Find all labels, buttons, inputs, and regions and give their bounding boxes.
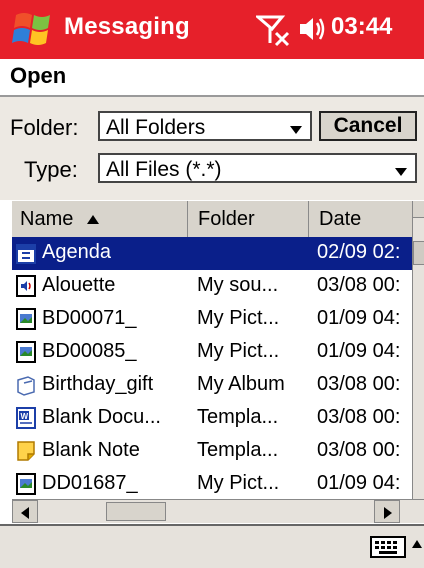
file-folder: My Pict... [197,472,280,494]
list-rows: Agenda 02/09 02: Alouette My sou... 03/08 00… [12,237,412,501]
list-item[interactable]: DD01687_ My Pict... 01/09 04: [12,468,412,501]
picture-file-icon [16,473,36,495]
dialog-title: Open [10,63,67,88]
file-folder: My Album [197,373,285,395]
list-item[interactable]: BD00085_ My Pict... 01/09 04: [12,336,412,369]
no-signal-icon[interactable] [256,13,292,47]
word-document-icon: W [16,407,36,429]
sort-ascending-icon [87,215,100,225]
type-label: Type: [24,157,78,182]
menu-bar [0,524,424,568]
file-date: 01/09 04: [317,307,401,329]
scroll-right-button[interactable] [374,500,400,523]
list-item[interactable]: W Blank Docu... Templa... 03/08 00: [12,402,412,435]
file-folder: Templa... [197,439,279,461]
note-icon [16,440,36,462]
type-dropdown[interactable]: All Files (*.*) [98,153,417,183]
arrow-right-icon [384,507,392,519]
folder-label: Folder: [10,115,79,140]
arrow-left-icon [21,507,29,519]
file-folder: My Pict... [197,307,280,329]
list-header: Name Folder Date [12,201,412,238]
vertical-scroll-thumb[interactable] [413,241,424,265]
sound-file-icon [16,275,36,297]
album-icon [16,374,36,396]
calendar-icon [16,242,36,264]
horizontal-scrollbar[interactable] [12,499,424,523]
list-item[interactable]: Alouette My sou... 03/08 00: [12,270,412,303]
file-folder: My sou... [197,274,279,296]
file-date: 03/08 00: [317,274,401,296]
file-name: Birthday_gift [42,373,154,395]
file-name: DD01687_ [42,472,138,494]
column-header-name[interactable]: Name [12,201,188,237]
file-list: Name Folder Date Agenda 02/09 02: Alouette… [12,201,424,523]
svg-text:W: W [21,412,29,421]
file-name: Alouette [42,274,116,296]
list-item[interactable]: Agenda 02/09 02: [12,237,412,270]
chevron-down-icon [395,168,407,176]
file-date: 03/08 00: [317,373,401,395]
file-date: 01/09 04: [317,472,401,494]
filter-panel: Folder: All Folders Cancel Type: All Fil… [0,97,424,200]
file-date: 01/09 04: [317,340,401,362]
folder-dropdown-value: All Folders [106,116,206,139]
chevron-up-icon[interactable] [412,540,422,548]
file-name: BD00071_ [42,307,137,329]
chevron-down-icon [290,126,302,134]
file-name: Blank Docu... [42,406,161,428]
file-folder: Templa... [197,406,279,428]
clock[interactable]: 03:44 [331,13,392,41]
speaker-icon[interactable] [298,14,326,44]
picture-file-icon [16,308,36,330]
column-header-date[interactable]: Date [309,201,412,237]
picture-file-icon [16,341,36,363]
vertical-scrollbar[interactable] [412,201,424,499]
title-bar: Messaging 03:44 [0,0,424,59]
horizontal-scroll-thumb[interactable] [106,502,166,521]
list-item[interactable]: Blank Note Templa... 03/08 00: [12,435,412,468]
file-name: Blank Note [42,439,140,461]
dialog-header: Open [0,59,424,97]
type-dropdown-value: All Files (*.*) [106,158,222,181]
file-date: 03/08 00: [317,439,401,461]
file-date: 03/08 00: [317,406,401,428]
file-name: BD00085_ [42,340,137,362]
app-title: Messaging [64,13,190,40]
folder-dropdown[interactable]: All Folders [98,111,312,141]
list-item[interactable]: BD00071_ My Pict... 01/09 04: [12,303,412,336]
keyboard-icon[interactable] [370,536,406,558]
column-header-folder[interactable]: Folder [188,201,309,237]
scroll-up-button[interactable] [413,201,424,218]
file-folder: My Pict... [197,340,280,362]
list-item[interactable]: Birthday_gift My Album 03/08 00: [12,369,412,402]
windows-start-icon[interactable] [10,9,56,49]
file-name: Agenda [42,241,111,263]
file-date: 02/09 02: [317,241,401,263]
scroll-left-button[interactable] [12,500,38,523]
cancel-button[interactable]: Cancel [319,111,417,141]
